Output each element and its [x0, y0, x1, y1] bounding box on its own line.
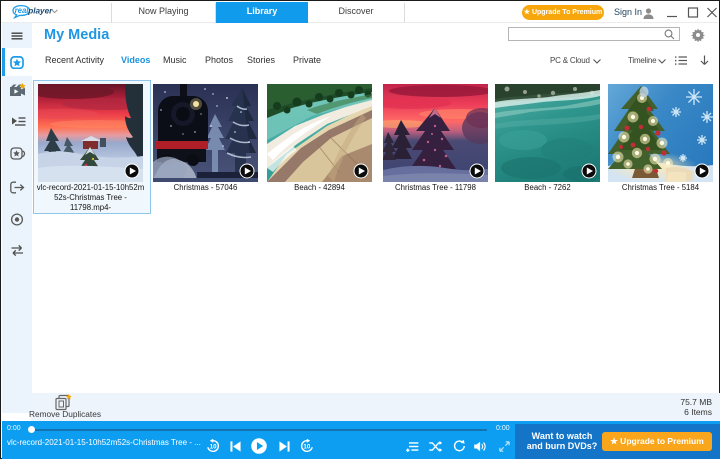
- svg-text:10: 10: [210, 444, 217, 451]
- svg-text:player: player: [27, 6, 53, 15]
- svg-text:10: 10: [303, 444, 310, 451]
- svg-text:real: real: [15, 6, 30, 15]
